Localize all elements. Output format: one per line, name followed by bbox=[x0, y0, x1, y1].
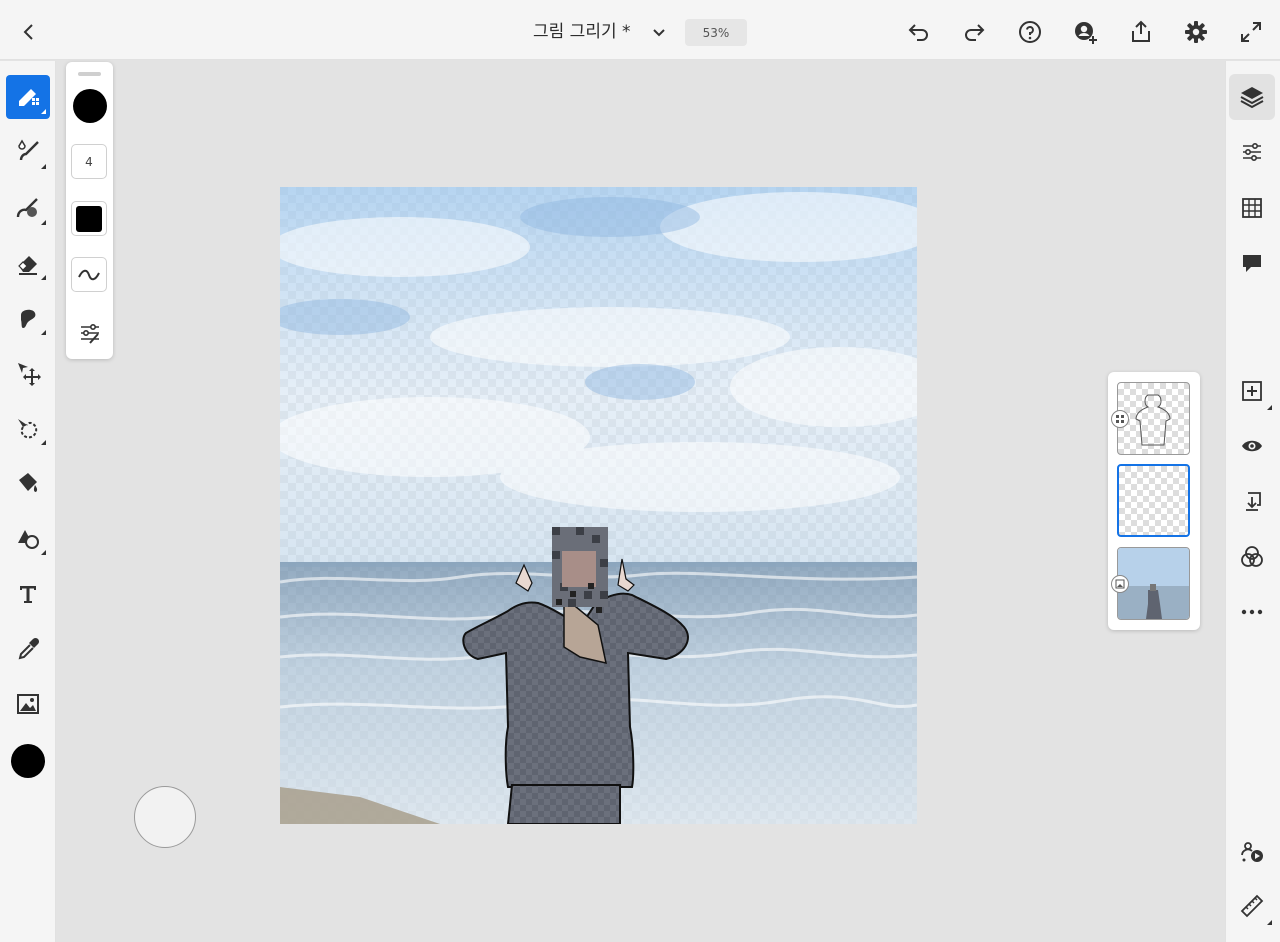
layers-icon bbox=[1240, 87, 1264, 109]
image-tool[interactable] bbox=[6, 682, 50, 726]
livestream-button[interactable] bbox=[1229, 828, 1275, 874]
shape-icon bbox=[18, 530, 39, 549]
layer-properties-icon bbox=[1243, 142, 1261, 162]
wave-icon bbox=[78, 269, 100, 280]
visibility-button[interactable] bbox=[1229, 423, 1275, 469]
undo-icon[interactable] bbox=[905, 18, 933, 46]
smudge-icon bbox=[21, 309, 36, 328]
fill-tool[interactable] bbox=[6, 461, 50, 505]
eyedropper-tool[interactable] bbox=[6, 627, 50, 671]
grid-icon bbox=[1242, 198, 1262, 218]
fullscreen-icon[interactable] bbox=[1237, 18, 1265, 46]
zoom-level[interactable]: 53% bbox=[685, 19, 747, 46]
drawing-canvas[interactable] bbox=[280, 187, 917, 824]
more-icon bbox=[1241, 609, 1263, 615]
share-livestream-icon bbox=[1241, 842, 1263, 862]
blend-mode-icon bbox=[1241, 546, 1263, 567]
ruler-icon bbox=[1240, 894, 1264, 918]
text-tool[interactable] bbox=[6, 572, 50, 616]
layer-thumb-empty[interactable] bbox=[1117, 464, 1190, 537]
color-swatch[interactable] bbox=[11, 744, 45, 778]
fill-icon bbox=[19, 473, 38, 492]
brush-size-field[interactable]: 4 bbox=[71, 144, 107, 179]
smudge-tool[interactable] bbox=[6, 296, 50, 340]
eraser-icon bbox=[18, 256, 37, 275]
brush-size-preview[interactable] bbox=[73, 89, 107, 123]
touch-modifier-button[interactable] bbox=[134, 786, 196, 848]
mixer-brush-icon bbox=[16, 198, 38, 218]
pixel-brush-tool[interactable] bbox=[6, 75, 50, 119]
lasso-tool[interactable] bbox=[6, 406, 50, 450]
layer-properties-button[interactable] bbox=[1229, 129, 1275, 175]
shape-tool[interactable] bbox=[6, 516, 50, 560]
add-layer-icon bbox=[1242, 381, 1262, 401]
brush-properties-panel: 4 bbox=[66, 62, 113, 359]
layers-panel bbox=[1108, 372, 1200, 630]
document-title[interactable]: 그림 그리기 * bbox=[533, 20, 631, 44]
pixel-brush-icon bbox=[19, 89, 39, 106]
brush-color-swatch[interactable] bbox=[71, 201, 107, 236]
eraser-tool[interactable] bbox=[6, 241, 50, 285]
more-button[interactable] bbox=[1229, 589, 1275, 635]
share-icon[interactable] bbox=[1127, 18, 1155, 46]
comment-icon bbox=[1243, 255, 1261, 272]
lasso-icon bbox=[18, 419, 38, 439]
invite-user-icon[interactable] bbox=[1071, 18, 1101, 48]
left-toolbar bbox=[0, 61, 56, 942]
pixel-layer-badge-icon bbox=[1111, 410, 1129, 428]
mixer-brush-tool[interactable] bbox=[6, 186, 50, 230]
eyedropper-icon bbox=[18, 637, 40, 660]
grid-button[interactable] bbox=[1229, 185, 1275, 231]
live-brush-tool[interactable] bbox=[6, 130, 50, 174]
back-icon[interactable] bbox=[14, 17, 44, 47]
blend-mode-button[interactable] bbox=[1229, 534, 1275, 580]
help-icon[interactable] bbox=[1016, 18, 1044, 46]
layers-button[interactable] bbox=[1229, 74, 1275, 120]
move-icon bbox=[18, 363, 41, 386]
right-toolbar bbox=[1225, 61, 1280, 942]
merge-down-button[interactable] bbox=[1229, 478, 1275, 524]
visibility-icon bbox=[1242, 440, 1262, 452]
add-layer-button[interactable] bbox=[1229, 368, 1275, 414]
redo-icon[interactable] bbox=[960, 18, 988, 46]
text-icon bbox=[20, 586, 36, 603]
ruler-button[interactable] bbox=[1229, 883, 1275, 929]
brush-settings-icon[interactable] bbox=[75, 319, 105, 347]
gear-icon[interactable] bbox=[1182, 18, 1210, 46]
panel-grip[interactable] bbox=[78, 72, 101, 76]
comment-button[interactable] bbox=[1229, 240, 1275, 286]
chevron-down-icon[interactable] bbox=[648, 22, 670, 44]
canvas-artwork bbox=[280, 187, 917, 824]
brush-smoothing-button[interactable] bbox=[71, 257, 107, 292]
image-layer-badge-icon bbox=[1111, 575, 1129, 593]
image-icon bbox=[17, 694, 39, 714]
top-bar: 그림 그리기 * 53% bbox=[0, 0, 1280, 60]
live-brush-icon bbox=[18, 139, 39, 161]
merge-down-icon bbox=[1246, 492, 1261, 511]
move-tool[interactable] bbox=[6, 351, 50, 395]
